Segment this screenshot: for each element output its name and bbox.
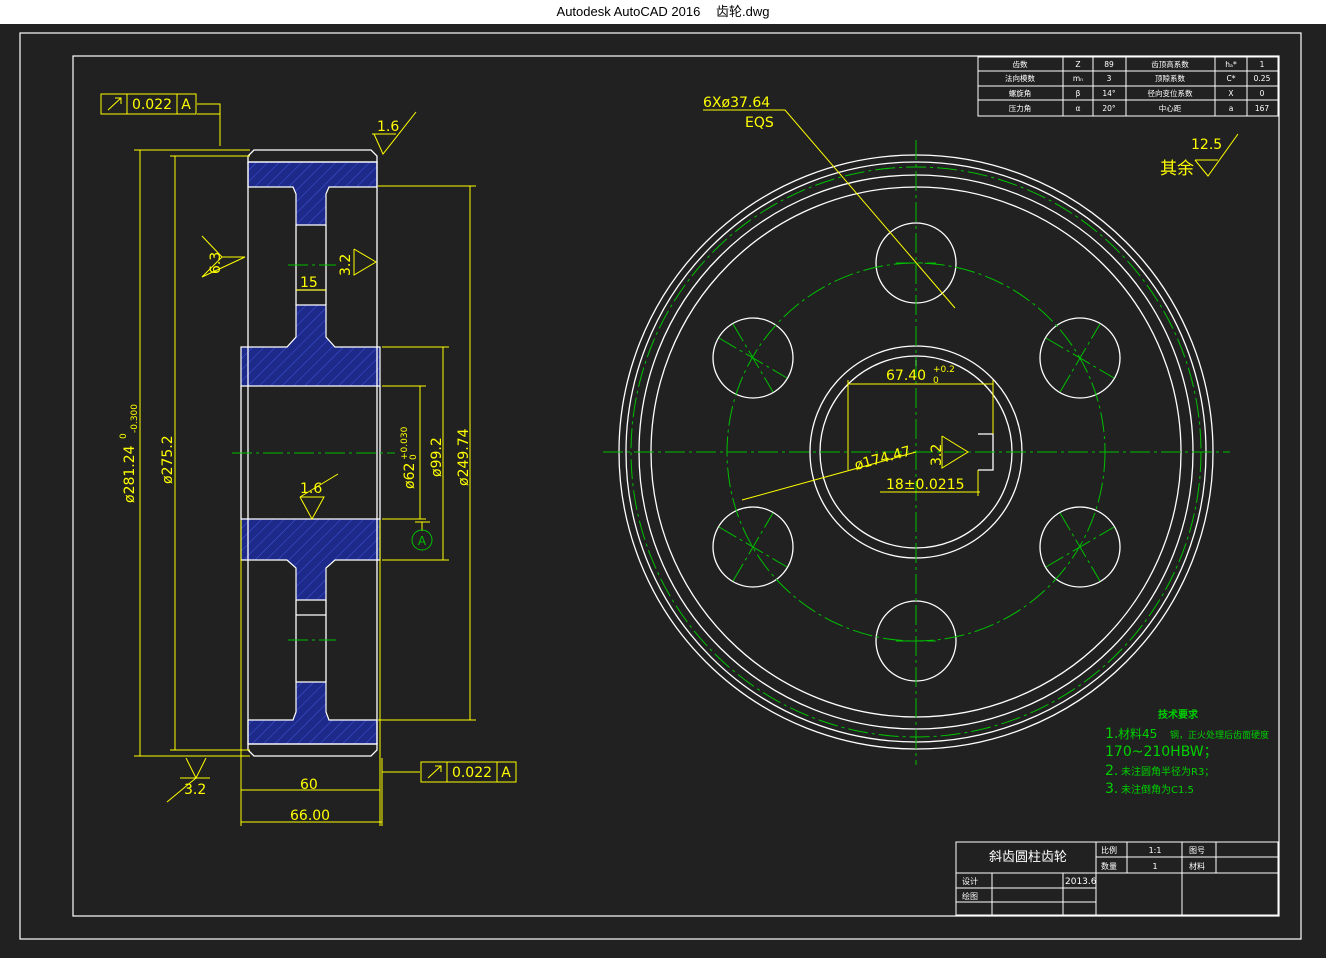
cad-drawing[interactable]: 齿数 Z 89 齿顶高系数 hₐ* 1 法向模数 mₙ 3 顶隙系数 C* 0.… <box>0 24 1326 954</box>
tolerance-top-value: 0.022 <box>132 97 172 113</box>
app-title: Autodesk AutoCAD 2016 <box>556 4 701 19</box>
gear-centerlines <box>603 140 1230 765</box>
file-name: 齿轮.dwg <box>715 4 770 19</box>
holes-eqs-label: EQS <box>745 115 774 131</box>
param-cell: 3 <box>1107 74 1112 83</box>
dia-web-dim: ø249.74 <box>456 428 472 486</box>
param-cell: 齿顶高系数 <box>1151 59 1189 69</box>
param-cell: 螺旋角 <box>1009 88 1032 98</box>
param-cell: 压力角 <box>1009 103 1032 113</box>
param-cell: 1 <box>1260 60 1265 69</box>
param-cell: mₙ <box>1073 74 1083 83</box>
width-outer-dim: 66.00 <box>290 808 330 824</box>
datum-label: A <box>418 534 427 548</box>
params-table: 齿数 Z 89 齿顶高系数 hₐ* 1 法向模数 mₙ 3 顶隙系数 C* 0.… <box>977 56 1279 117</box>
tolerance-top-datum: A <box>181 97 191 113</box>
front-dimensions <box>703 109 1239 501</box>
tech-note-1-rest: 钢，正火处理后齿面硬度 <box>1170 729 1269 741</box>
hole-circle-dim: ø174.47 <box>853 444 913 474</box>
dia-hub-dim: ø99.2 <box>429 437 445 477</box>
roughness-bore: 1.6 <box>300 481 322 497</box>
tech-note-3-prefix: 2. <box>1105 763 1118 779</box>
dia-bore-lower-tol: 0 <box>409 454 419 460</box>
drawing-no-label: 图号 <box>1189 846 1205 855</box>
dia-outer-lower-tol: -0.300 <box>130 404 140 433</box>
tolerance-bottom-datum: A <box>501 765 511 781</box>
dia-pitch-dim: ø275.2 <box>160 435 176 484</box>
dia-bore-dim: ø62 <box>402 463 418 489</box>
web-width-dim: 15 <box>300 275 318 291</box>
keyway-height-lower: 0 <box>933 376 939 386</box>
param-cell: 齿数 <box>1013 59 1029 69</box>
tech-note-1-material: 材料45 <box>1118 727 1157 741</box>
part-name: 斜齿圆柱齿轮 <box>989 850 1067 865</box>
param-cell: 20° <box>1102 104 1116 113</box>
roughness-bottom: 3.2 <box>184 782 206 798</box>
outer-frame <box>19 32 1302 940</box>
keyway-width-dim: 18±0.0215 <box>886 477 965 493</box>
tech-notes-title: 技术要求 <box>1158 708 1199 721</box>
designer-label: 设计 <box>962 876 978 886</box>
tech-note-2: 170~210HBW； <box>1105 744 1218 760</box>
design-date: 2013.6 <box>1065 877 1097 887</box>
tech-note-1-prefix: 1. <box>1105 726 1118 742</box>
drawing-canvas[interactable]: 齿数 Z 89 齿顶高系数 hₐ* 1 法向模数 mₙ 3 顶隙系数 C* 0.… <box>0 24 1326 954</box>
quantity-value: 1 <box>1152 862 1157 871</box>
param-cell: Z <box>1075 60 1080 69</box>
keyway-height-upper: +0.2 <box>933 365 955 375</box>
param-cell: C* <box>1227 74 1236 83</box>
scale-value: 1:1 <box>1149 846 1162 855</box>
dia-outer-dim: ø281.24 <box>122 445 138 503</box>
roughness-web-left: 6.3 <box>208 252 224 274</box>
scale-label: 比例 <box>1101 845 1117 855</box>
param-cell: 0.25 <box>1254 74 1271 83</box>
roughness-other-value: 12.5 <box>1191 137 1222 153</box>
tech-note-3-text: 未注圆角半径为R3； <box>1121 765 1214 778</box>
side-view[interactable]: 0.022 A 0.022 A A 1.6 6.3 3.2 15 1.6 ø27… <box>100 93 517 826</box>
dia-outer-upper-tol: 0 <box>119 433 129 439</box>
param-cell: 0 <box>1260 89 1265 98</box>
param-cell: 法向模数 <box>1005 73 1035 83</box>
param-cell: 径向变位系数 <box>1148 88 1193 98</box>
param-cell: α <box>1076 104 1081 113</box>
roughness-web-right: 3.2 <box>338 254 354 276</box>
param-cell: 14° <box>1102 89 1116 98</box>
param-cell: 中心距 <box>1159 103 1182 113</box>
drafter-label: 绘图 <box>962 891 978 901</box>
roughness-keyway: 3.2 <box>929 444 945 466</box>
tech-note-4-prefix: 3. <box>1105 781 1118 797</box>
window-title-bar: Autodesk AutoCAD 2016 齿轮.dwg <box>0 0 1326 24</box>
tech-note-4-text: 未注倒角为C1.5 <box>1121 783 1194 796</box>
tolerance-bottom-value: 0.022 <box>452 765 492 781</box>
quantity-label: 数量 <box>1101 861 1117 871</box>
param-cell: β <box>1076 89 1081 98</box>
holes-label: 6Xø37.64 <box>703 95 770 111</box>
tech-notes: 技术要求 1. 材料45 钢，正火处理后齿面硬度 170~210HBW； 2. … <box>1105 708 1269 797</box>
param-cell: hₐ* <box>1225 60 1237 69</box>
keyway-height-dim: 67.40 <box>886 368 926 384</box>
roughness-top: 1.6 <box>377 119 399 135</box>
width-inner-dim: 60 <box>300 777 318 793</box>
param-cell: 167 <box>1255 104 1270 113</box>
param-cell: a <box>1229 104 1234 113</box>
front-view[interactable]: 6Xø37.64 EQS 12.5 其余 67.40 +0.2 0 ø174.4… <box>603 95 1239 765</box>
param-cell: 顶隙系数 <box>1155 73 1185 83</box>
param-cell: X <box>1228 89 1233 98</box>
param-cell: 89 <box>1104 60 1114 69</box>
roughness-other-label: 其余 <box>1160 159 1194 179</box>
material-label: 材料 <box>1189 861 1205 871</box>
